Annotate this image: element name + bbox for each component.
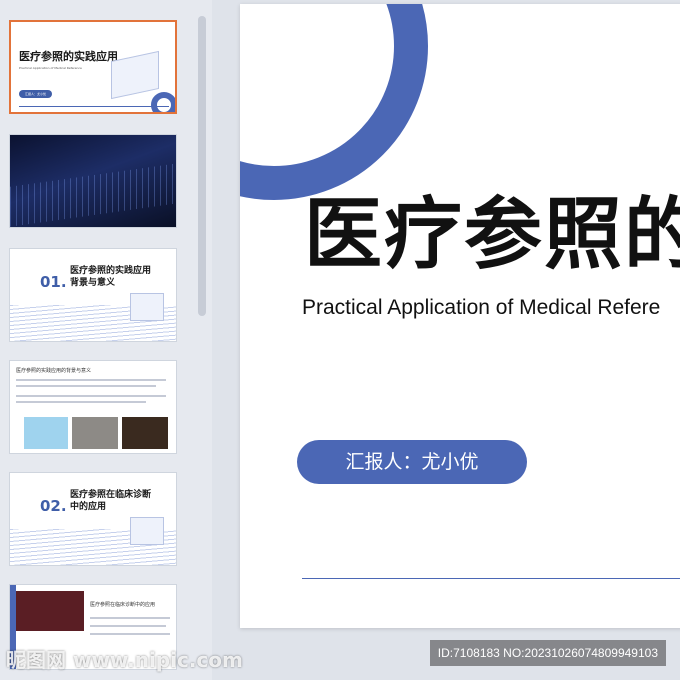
thumb-title: 医疗参照的实践应用的背景与意义 [16, 368, 92, 374]
thumb-presenter-pill: 汇报人：尤小优 [19, 90, 53, 98]
thumb-isometric-illustration [130, 293, 164, 321]
thumb-ring-decoration [151, 92, 175, 112]
thumb-image-1 [24, 417, 68, 449]
thumbnail-scrollbar[interactable] [198, 16, 206, 316]
thumb-text-line [16, 395, 166, 397]
watermark-logo: 昵图网 www.nipic.com [6, 648, 243, 672]
thumb-title: 医疗参照的实践应用 [19, 50, 118, 63]
thumb-subtitle: Practical Application of Medical Referen… [19, 66, 82, 70]
presenter-label-pill[interactable]: 汇报人：尤小优 [297, 440, 527, 484]
slide-thumbnail-4[interactable]: 医疗参照的实践应用的背景与意义 [9, 360, 177, 454]
thumb-text-line [16, 401, 146, 403]
thumb-section-number: 01. [40, 273, 67, 291]
thumb-section-number: 02. [40, 497, 67, 515]
watermark-strip: 昵图网 www.nipic.com ID:7108183 NO:20231026… [0, 636, 680, 680]
thumb-title-line2: 背景与意义 [70, 278, 116, 288]
thumb-tech-image [10, 163, 176, 227]
thumb-isometric-illustration [111, 50, 159, 100]
slide-canvas-area: 医疗参照的 Practical Application of Medical R… [212, 0, 680, 680]
thumb-text-line [90, 617, 170, 619]
slide-thumbnail-5[interactable]: 02. 医疗参照在临床诊断 中的应用 [9, 472, 177, 566]
slide-subtitle[interactable]: Practical Application of Medical Refere [302, 296, 660, 320]
slide-thumbnail-panel: 医疗参照的实践应用 Practical Application of Medic… [0, 0, 212, 680]
slide-editor[interactable]: 医疗参照的 Practical Application of Medical R… [240, 4, 680, 628]
thumb-image-2 [72, 417, 118, 449]
thumb-image-3 [122, 417, 168, 449]
thumb-isometric-illustration [130, 517, 164, 545]
slide-thumbnail-3[interactable]: 01. 医疗参照的实践应用 背景与意义 [9, 248, 177, 342]
slide-title[interactable]: 医疗参照的 [304, 172, 680, 284]
thumb-title: 医疗参照在临床诊断中的应用 [90, 602, 156, 608]
thumb-image [14, 591, 84, 631]
watermark-id: ID:7108183 NO:20231026074809949103 [429, 640, 666, 666]
bottom-rule [302, 578, 680, 579]
slide-thumbnail-1[interactable]: 医疗参照的实践应用 Practical Application of Medic… [9, 20, 177, 114]
thumb-text-line [16, 379, 166, 381]
ring-decoration [240, 4, 428, 200]
thumb-title-line2: 中的应用 [70, 502, 107, 512]
thumb-rule [19, 106, 169, 107]
thumb-text-line [16, 385, 156, 387]
slide-thumbnail-2[interactable] [9, 134, 177, 228]
thumb-text-line [90, 633, 170, 635]
thumb-text-line [90, 625, 166, 627]
